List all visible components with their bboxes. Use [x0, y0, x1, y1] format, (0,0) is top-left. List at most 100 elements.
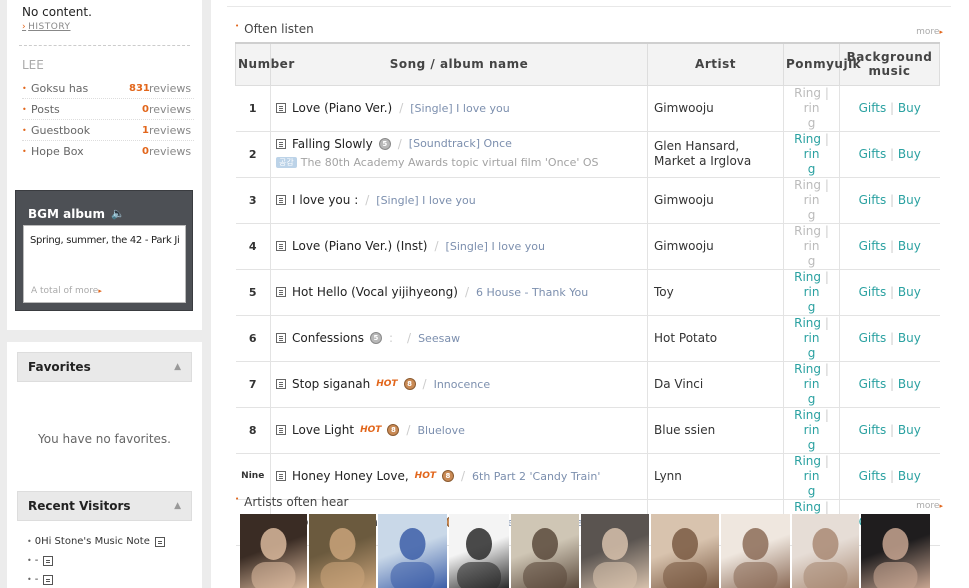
song-title[interactable]: Honey Honey Love,: [292, 469, 409, 483]
ring-link[interactable]: Ring: [794, 500, 821, 514]
artist-photo[interactable]: [309, 514, 376, 588]
artist-name[interactable]: Lynn: [647, 453, 784, 500]
collapse-icon[interactable]: ▲: [174, 501, 181, 511]
buy-link[interactable]: Buy: [898, 147, 921, 161]
song-title[interactable]: Falling Slowly: [292, 137, 373, 151]
ring-link-3[interactable]: g: [808, 346, 816, 360]
artist-name[interactable]: Glen Hansard, Market a Irglova: [647, 131, 784, 178]
ring-cell[interactable]: Ring | ring: [783, 361, 840, 408]
ring-cell[interactable]: Ring | ring: [783, 131, 840, 178]
stat-item[interactable]: • Goksu has 831 reviews: [22, 78, 194, 99]
ring-link[interactable]: Ring: [794, 408, 821, 422]
play-list-icon[interactable]: [276, 425, 286, 435]
artist-photo[interactable]: [861, 514, 930, 588]
artist-name[interactable]: Da Vinci: [647, 361, 784, 408]
play-list-icon[interactable]: [276, 138, 286, 149]
gifts-link[interactable]: Gifts: [859, 469, 887, 483]
play-list-icon[interactable]: [276, 333, 286, 343]
gifts-link[interactable]: Gifts: [859, 101, 887, 115]
album-name[interactable]: Bluelove: [417, 424, 464, 437]
play-list-icon[interactable]: [276, 471, 286, 481]
play-list-icon[interactable]: [276, 379, 286, 389]
album-name[interactable]: [Single] I love you: [446, 240, 545, 253]
song-title[interactable]: Love Light: [292, 423, 354, 437]
buy-link[interactable]: Buy: [898, 193, 921, 207]
gifts-link[interactable]: Gifts: [859, 331, 887, 345]
ring-link[interactable]: Ring: [794, 316, 821, 330]
artist-photo[interactable]: [721, 514, 790, 588]
artist-photo[interactable]: [792, 514, 859, 588]
buy-link[interactable]: Buy: [898, 239, 921, 253]
ring-cell[interactable]: Ring | ring: [783, 407, 840, 454]
more-link[interactable]: more▸: [916, 27, 943, 37]
album-name[interactable]: [Single] I love you: [376, 194, 475, 207]
buy-link[interactable]: Buy: [898, 101, 921, 115]
visitor-item[interactable]: • -: [27, 570, 165, 588]
artist-photo[interactable]: [378, 514, 447, 588]
artist-photo[interactable]: [449, 514, 509, 588]
buy-link[interactable]: Buy: [898, 331, 921, 345]
play-list-icon[interactable]: [276, 103, 286, 113]
ring-cell[interactable]: Ring | ring: [783, 453, 840, 500]
stat-item[interactable]: • Hope Box 0 reviews: [22, 141, 194, 162]
ring-cell[interactable]: Ring | ring: [783, 269, 840, 316]
buy-link[interactable]: Buy: [898, 377, 921, 391]
artist-name[interactable]: Toy: [647, 269, 784, 316]
play-list-icon[interactable]: [276, 287, 286, 297]
ring-link-2[interactable]: rin: [804, 423, 820, 437]
song-title[interactable]: Hot Hello (Vocal yijihyeong): [292, 285, 458, 299]
ring-link-2[interactable]: rin: [804, 469, 820, 483]
ring-link-2[interactable]: rin: [804, 377, 820, 391]
song-title[interactable]: Confessions: [292, 331, 364, 345]
song-title[interactable]: Love (Piano Ver.) (Inst): [292, 239, 428, 253]
album-name[interactable]: 6th Part 2 'Candy Train': [472, 470, 600, 483]
buy-link[interactable]: Buy: [898, 423, 921, 437]
artist-photo[interactable]: [511, 514, 579, 588]
artist-name[interactable]: Hot Potato: [647, 315, 784, 362]
ring-link-3[interactable]: g: [808, 300, 816, 314]
album-name[interactable]: Seesaw: [418, 332, 460, 345]
song-title[interactable]: Stop siganah: [292, 377, 370, 391]
gifts-link[interactable]: Gifts: [859, 193, 887, 207]
gifts-link[interactable]: Gifts: [859, 423, 887, 437]
ring-cell[interactable]: Ring | ring: [783, 315, 840, 362]
ring-link-3[interactable]: g: [808, 392, 816, 406]
play-list-icon[interactable]: [276, 241, 286, 251]
note-icon[interactable]: [43, 555, 54, 566]
gifts-link[interactable]: Gifts: [859, 239, 887, 253]
ring-link-3[interactable]: g: [808, 438, 816, 452]
ring-link-3[interactable]: g: [808, 162, 816, 176]
gifts-link[interactable]: Gifts: [859, 377, 887, 391]
artist-name[interactable]: Gimwooju: [647, 223, 784, 270]
note-icon[interactable]: [43, 574, 54, 585]
stat-item[interactable]: • Posts 0 reviews: [22, 99, 194, 120]
stat-item[interactable]: • Guestbook 1 reviews: [22, 120, 194, 141]
song-title[interactable]: I love you :: [292, 193, 358, 207]
ring-link[interactable]: Ring: [794, 132, 821, 146]
artist-photo[interactable]: [581, 514, 649, 588]
history-link[interactable]: › HISTORY: [22, 22, 71, 32]
album-name[interactable]: [Soundtrack] Once: [409, 137, 512, 150]
artists-more-link[interactable]: more▸: [916, 501, 943, 511]
buy-link[interactable]: Buy: [898, 469, 921, 483]
ring-link-2[interactable]: rin: [804, 331, 820, 345]
play-list-icon[interactable]: [276, 195, 286, 205]
visitor-item[interactable]: • 0Hi Stone's Music Note: [27, 532, 165, 551]
ring-link[interactable]: Ring: [794, 454, 821, 468]
note-icon[interactable]: [154, 536, 165, 547]
ring-link-2[interactable]: rin: [804, 147, 820, 161]
artist-name[interactable]: Gimwooju: [647, 85, 784, 132]
ring-link[interactable]: Ring: [794, 362, 821, 376]
album-name[interactable]: [Single] I love you: [410, 102, 509, 115]
buy-link[interactable]: Buy: [898, 285, 921, 299]
speaker-icon[interactable]: 🔈: [111, 207, 125, 220]
artist-name[interactable]: Gimwooju: [647, 177, 784, 224]
song-title[interactable]: Love (Piano Ver.): [292, 101, 392, 115]
album-name[interactable]: 6 House - Thank You: [476, 286, 588, 299]
ring-link-3[interactable]: g: [808, 484, 816, 498]
gifts-link[interactable]: Gifts: [859, 147, 887, 161]
bgm-more-link[interactable]: A total of more▸: [31, 286, 102, 296]
album-name[interactable]: Innocence: [434, 378, 491, 391]
gifts-link[interactable]: Gifts: [859, 285, 887, 299]
artist-name[interactable]: Blue ssien: [647, 407, 784, 454]
